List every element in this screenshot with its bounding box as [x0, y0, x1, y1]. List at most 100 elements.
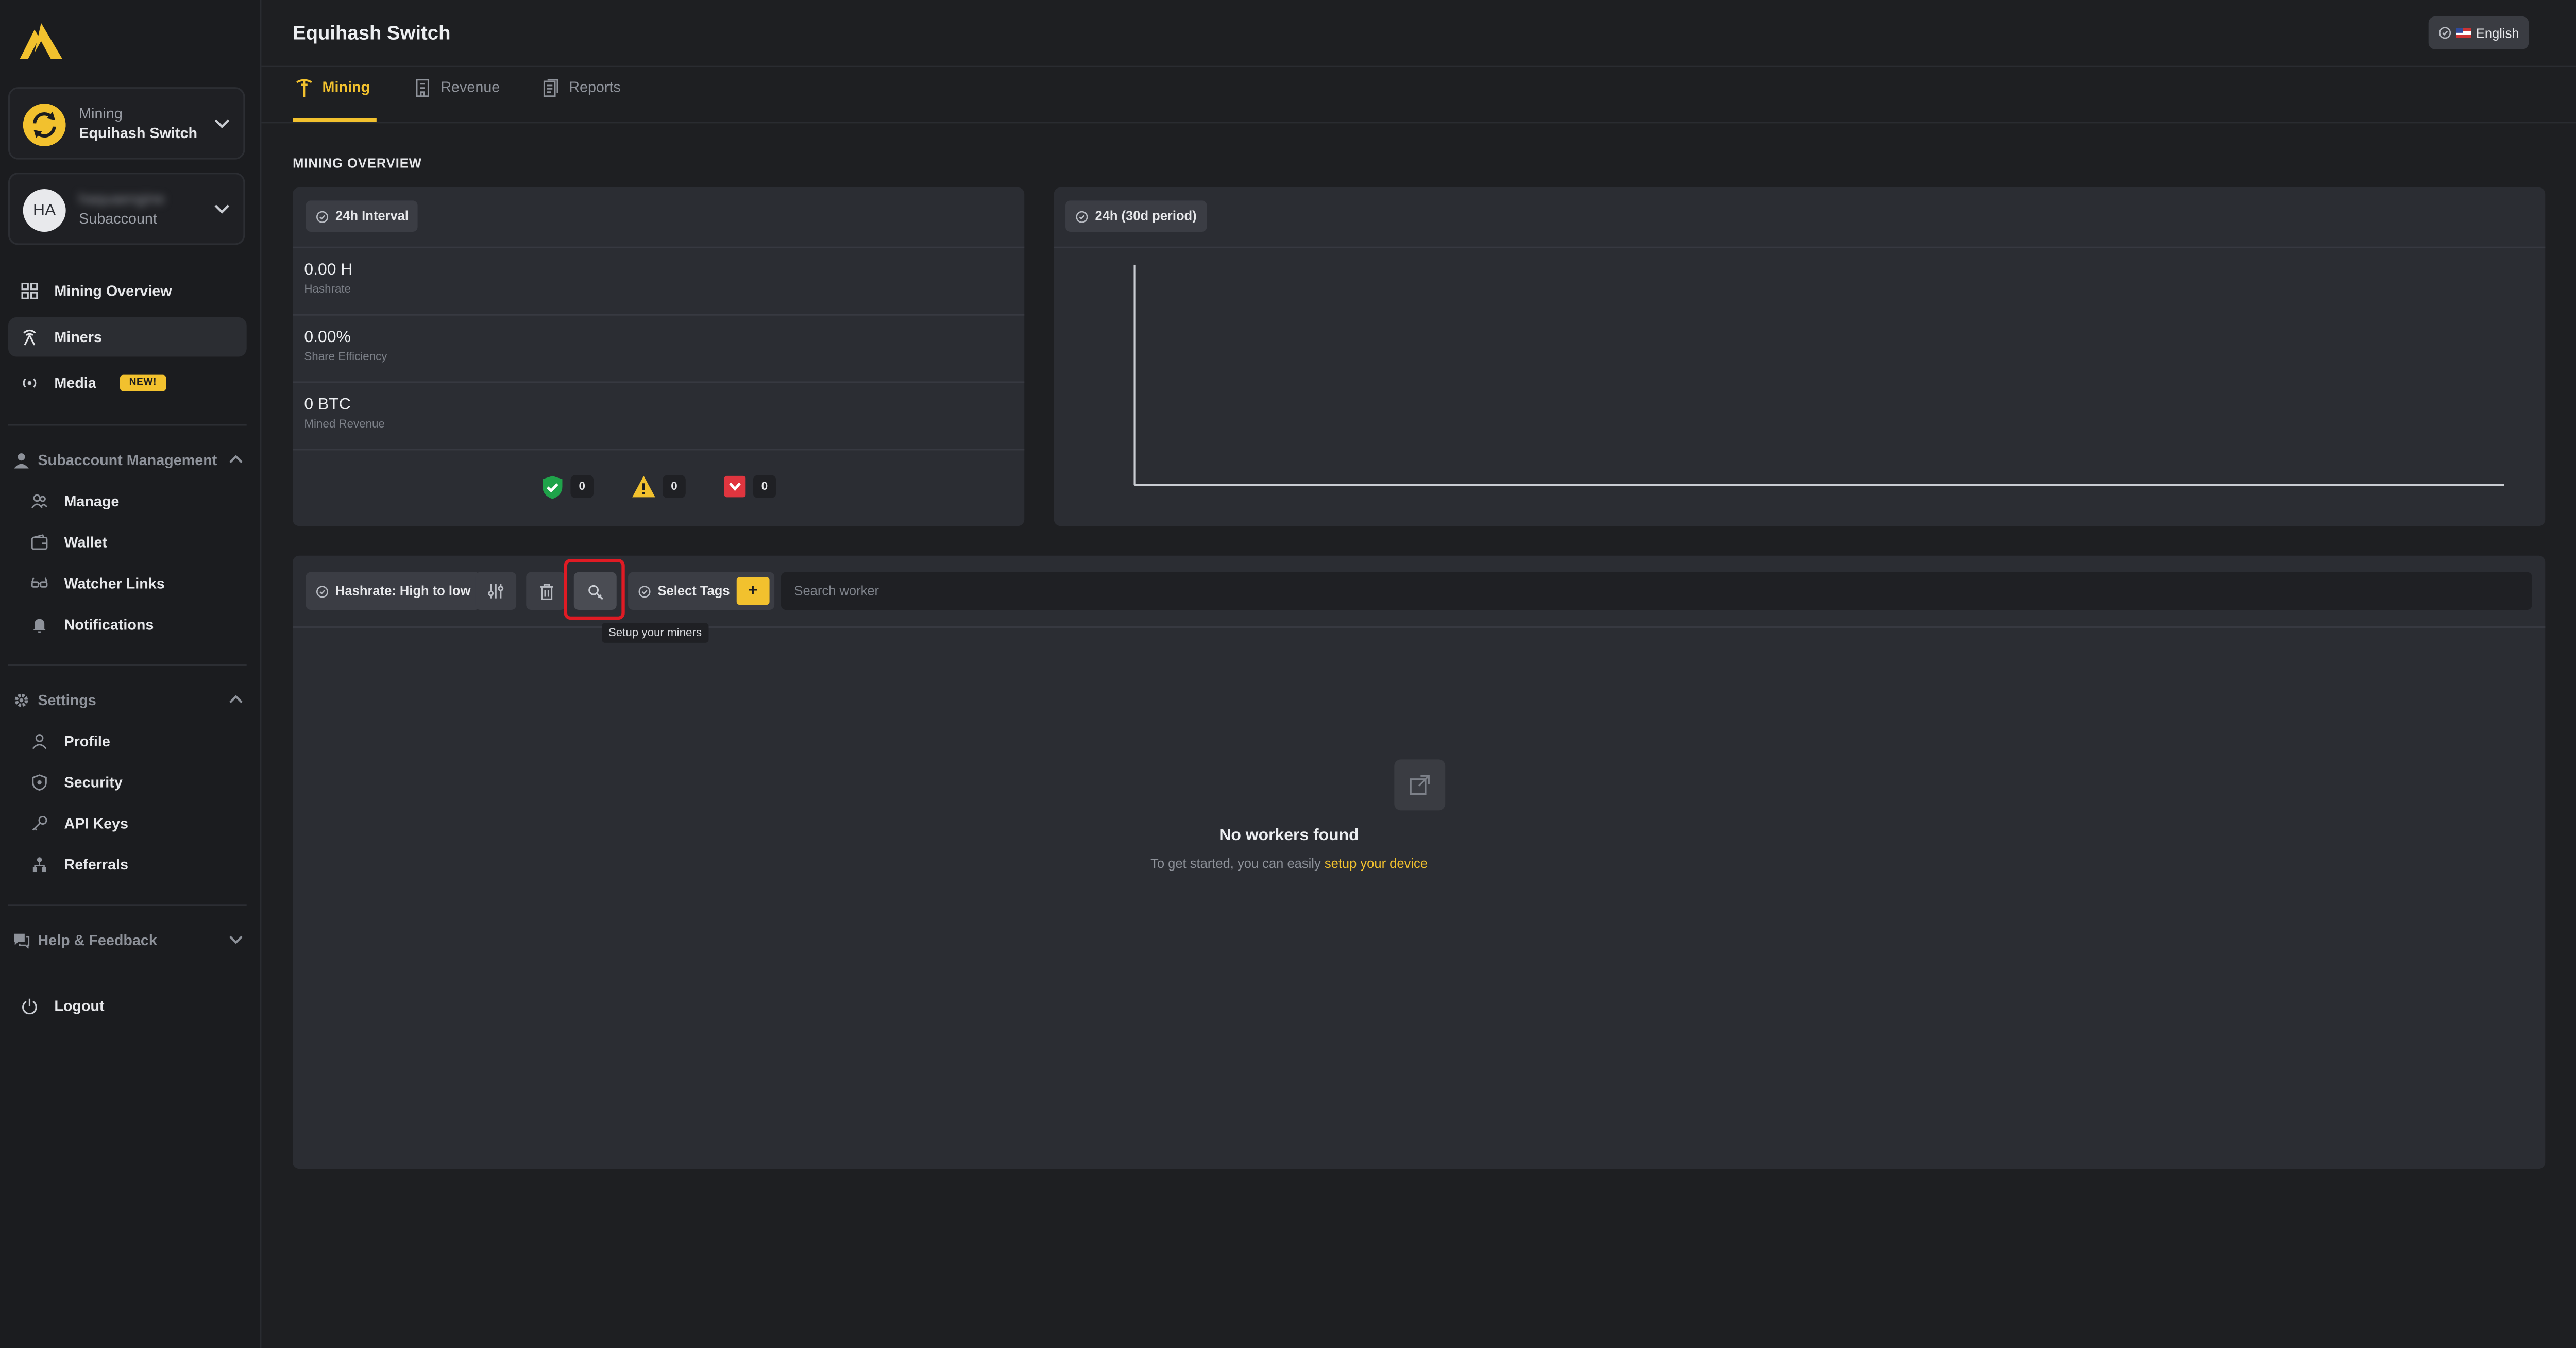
tab-reports[interactable]: Reports: [543, 79, 621, 122]
avatar: HA: [23, 189, 66, 232]
sidebar-item-mining-overview[interactable]: Mining Overview: [8, 271, 247, 311]
section-title: Subaccount Management: [38, 452, 217, 469]
sidebar-item-label: Miners: [54, 329, 102, 346]
antenna-icon: [23, 329, 36, 346]
tab-revenue[interactable]: Revenue: [414, 79, 500, 122]
sidebar-item-media[interactable]: Media NEW!: [8, 363, 247, 403]
section-settings[interactable]: Settings: [13, 689, 247, 712]
user-icon: [32, 734, 47, 749]
stat-value: 0.00%: [304, 329, 351, 347]
stat-share-efficiency: 0.00% Share Efficiency: [293, 314, 1025, 380]
chart-period-selector[interactable]: 24h (30d period): [1065, 200, 1207, 232]
section-subaccount-management[interactable]: Subaccount Management: [13, 449, 247, 472]
sidebar-item-manage[interactable]: Manage: [8, 482, 247, 521]
sidebar-item-miners[interactable]: Miners: [8, 317, 247, 357]
empty-state-text: To get started, you can easily setup you…: [0, 857, 2576, 872]
chevron-up-icon: [229, 455, 243, 464]
status-active[interactable]: 0: [541, 472, 594, 501]
mining-switch-card[interactable]: Mining Equihash Switch: [8, 87, 245, 160]
setup-miners-highlight: [564, 559, 625, 620]
sort-selector[interactable]: Hashrate: High to low: [306, 572, 481, 610]
stat-label: Share Efficiency: [304, 351, 387, 364]
sidebar-item-label: Mining Overview: [54, 282, 172, 299]
sidebar-divider: [8, 904, 247, 906]
account-role: Subaccount: [79, 210, 157, 227]
add-tag-button[interactable]: +: [736, 577, 770, 605]
chat-icon: [14, 933, 30, 949]
document-icon: [543, 79, 558, 97]
empty-state-message: To get started, you can easily: [1150, 856, 1325, 872]
sort-label: Hashrate: High to low: [335, 583, 471, 599]
account-name: haquaengine: [79, 191, 165, 208]
broadcast-icon: [23, 378, 37, 388]
sidebar-item-label: Media: [54, 374, 96, 391]
sidebar-item-wallet[interactable]: Wallet: [8, 523, 247, 562]
sidebar-item-label: Wallet: [64, 534, 107, 551]
section-help-feedback[interactable]: Help & Feedback: [13, 929, 247, 952]
mining-card-value: Equihash Switch: [79, 125, 198, 142]
setup-miners-tooltip: Setup your miners: [602, 623, 708, 643]
filter-settings-button[interactable]: [475, 572, 517, 610]
stat-mined-revenue: 0 BTC Mined Revenue: [293, 381, 1025, 447]
interval-selector[interactable]: 24h Interval: [306, 200, 419, 232]
logout-label: Logout: [54, 998, 105, 1015]
count-badge: 0: [753, 475, 776, 498]
tabs-divider: [261, 122, 2576, 124]
tab-mining[interactable]: Mining: [296, 79, 370, 122]
stat-label: Mined Revenue: [304, 419, 385, 431]
users-icon: [31, 494, 48, 508]
sidebar-item-notifications[interactable]: Notifications: [8, 605, 247, 644]
stat-hashrate: 0.00 H Hashrate: [293, 246, 1025, 313]
logo-icon[interactable]: [20, 23, 63, 59]
warning-icon: [632, 475, 655, 498]
sidebar-divider: [8, 664, 247, 666]
language-label: English: [2476, 25, 2519, 41]
hashrate-chart: [1133, 264, 2504, 486]
equihash-coin-icon: [23, 104, 66, 147]
pickaxe-icon: [296, 79, 312, 97]
delete-button[interactable]: [526, 572, 566, 610]
circle-check-icon: [2438, 27, 2451, 39]
tags-selector[interactable]: Select Tags +: [628, 572, 774, 610]
app-frame: Mining Equihash Switch HA haquaengine Su…: [0, 0, 2576, 1348]
sidebar-item-label: Watcher Links: [64, 575, 165, 592]
circle-check-icon: [638, 585, 651, 597]
down-alert-icon: [724, 475, 746, 498]
sidebar-item-security[interactable]: Security: [8, 763, 247, 803]
chevron-down-icon: [229, 935, 243, 944]
sliders-icon: [488, 583, 504, 599]
wallet-icon: [31, 534, 48, 550]
tags-label: Select Tags: [657, 583, 730, 599]
setup-device-link[interactable]: setup your device: [1325, 857, 1428, 872]
page-title: Equihash Switch: [293, 21, 451, 45]
us-flag-icon: [2456, 28, 2471, 38]
status-inactive[interactable]: 0: [723, 472, 776, 501]
language-selector[interactable]: English: [2428, 16, 2529, 49]
sidebar-item-label: Profile: [64, 733, 110, 750]
external-box-icon: [1410, 775, 1430, 795]
count-badge: 0: [570, 475, 594, 498]
search-worker-input[interactable]: Search worker: [781, 572, 2532, 610]
section-title: Help & Feedback: [38, 932, 157, 949]
chevron-down-icon: [214, 119, 230, 128]
mining-overview-title: MINING OVERVIEW: [293, 156, 422, 171]
account-switch-card[interactable]: HA haquaengine Subaccount: [8, 173, 245, 245]
glasses-icon: [31, 577, 48, 588]
status-warning[interactable]: 0: [631, 472, 686, 501]
sidebar-item-profile[interactable]: Profile: [8, 722, 247, 761]
empty-state-icon: [1394, 759, 1446, 811]
shield-check-icon: [543, 475, 563, 498]
building-icon: [416, 79, 429, 97]
circle-check-icon: [1076, 210, 1088, 223]
new-badge: NEW!: [119, 374, 167, 391]
sidebar-divider: [8, 424, 247, 426]
tab-label: Mining: [322, 79, 370, 96]
sidebar-item-watcher-links[interactable]: Watcher Links: [8, 564, 247, 604]
tab-label: Revenue: [440, 79, 500, 96]
logout-button[interactable]: Logout: [8, 986, 247, 1026]
circle-check-icon: [316, 585, 329, 597]
stat-label: Hashrate: [304, 284, 351, 296]
tab-label: Reports: [569, 79, 621, 96]
power-icon: [22, 998, 37, 1015]
sidebar: Mining Equihash Switch HA haquaengine Su…: [0, 0, 262, 1348]
